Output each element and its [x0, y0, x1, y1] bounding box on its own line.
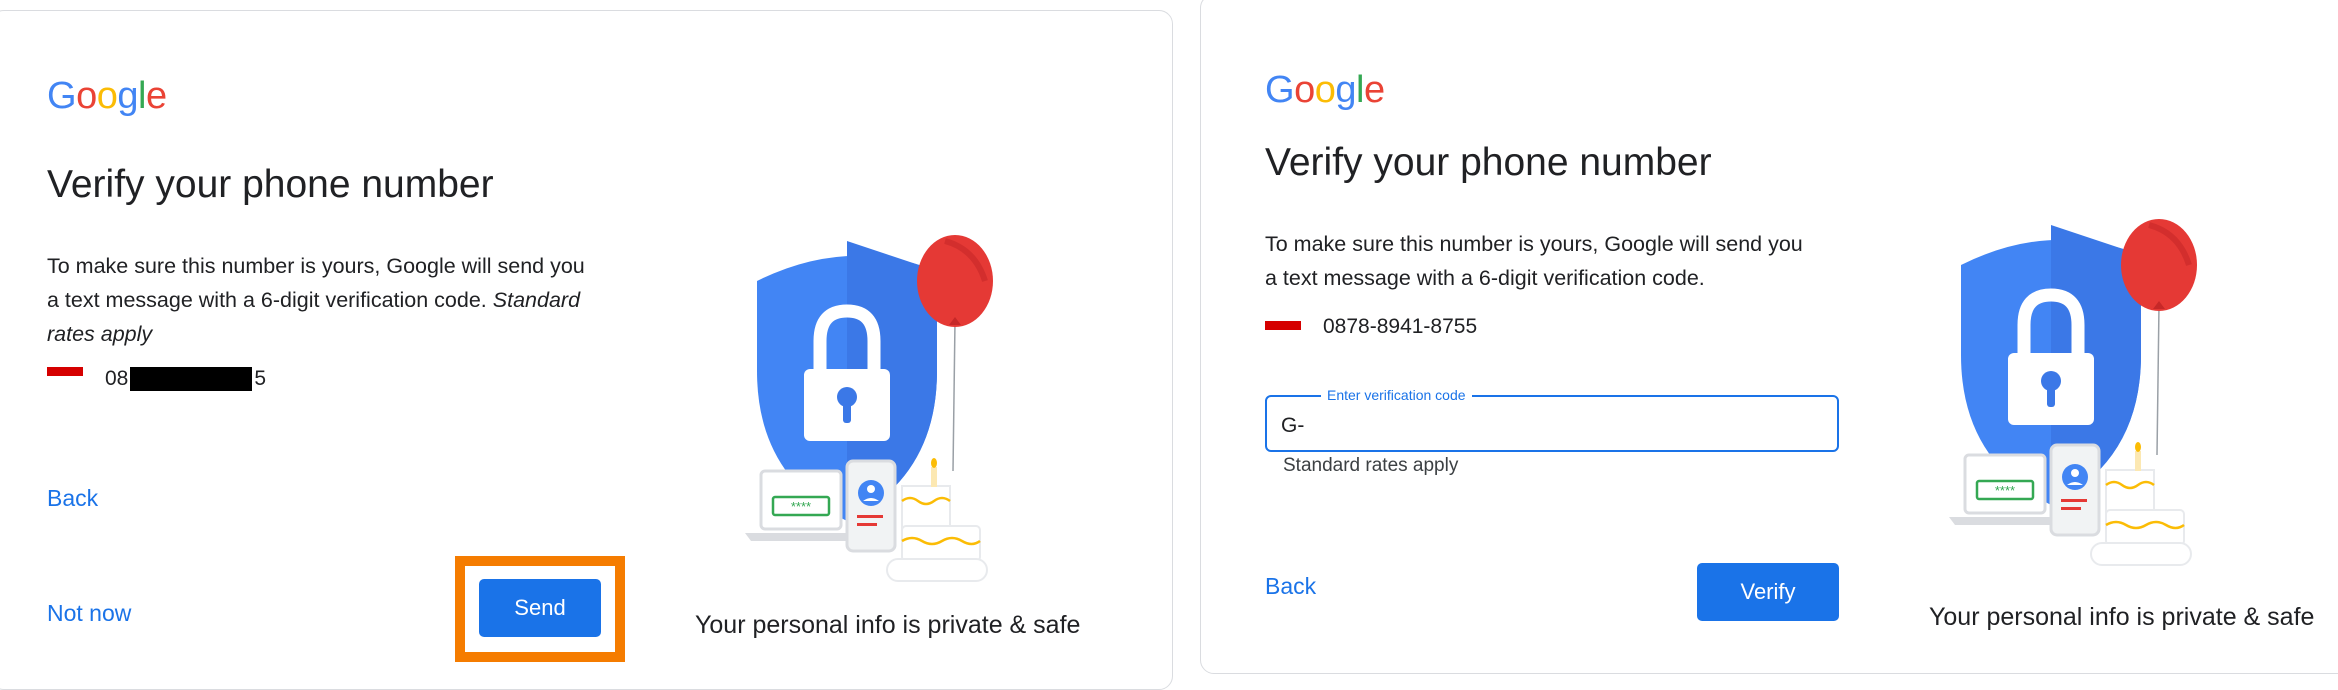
description-line: rates apply [47, 317, 667, 351]
send-button[interactable]: Send [479, 579, 601, 637]
security-illustration: **** [745, 235, 993, 582]
description-line: a text message with a 6-digit verificati… [1265, 266, 1705, 290]
phone-number: 08 5 [105, 367, 266, 391]
description: To make sure this number is yours, Googl… [1265, 227, 1885, 295]
privacy-note: Your personal info is private & safe [695, 611, 1081, 639]
description-line: To make sure this number is yours, Googl… [1265, 232, 1803, 256]
description-line: To make sure this number is yours, Googl… [47, 254, 585, 278]
description: To make sure this number is yours, Googl… [47, 249, 667, 351]
back-link[interactable]: Back [1265, 573, 1316, 600]
phone-icon [2049, 443, 2101, 537]
right-verify-card: Google Verify your phone number To make … [1200, 0, 2338, 674]
code-mask: **** [1995, 483, 2015, 498]
logo-letter: g [1335, 69, 1356, 111]
country-flag-icon [1265, 321, 1301, 330]
phone-prefix: 08 [105, 367, 129, 390]
country-flag-icon [47, 367, 83, 376]
logo-letter: o [76, 75, 97, 117]
phone-suffix: 5 [254, 367, 267, 390]
rates-note: Standard [492, 288, 581, 312]
security-illustration: **** [1949, 219, 2197, 566]
logo-letter: o [1314, 69, 1336, 111]
laptop-icon: **** [1949, 453, 2061, 525]
logo-letter: e [1363, 69, 1385, 111]
google-logo: Google [47, 77, 167, 115]
page-title: Verify your phone number [1265, 141, 1712, 184]
rates-note: rates apply [47, 322, 153, 346]
logo-letter: G [47, 75, 77, 117]
left-verify-card: Google Verify your phone number To make … [0, 10, 1173, 690]
not-now-link[interactable]: Not now [47, 600, 131, 627]
google-logo: Google [1265, 71, 1385, 109]
verify-button[interactable]: Verify [1697, 563, 1839, 621]
verification-code-field[interactable]: Enter verification code [1265, 387, 1881, 452]
logo-letter: g [117, 75, 138, 117]
logo-letter: o [1294, 69, 1315, 111]
logo-letter: l [1355, 69, 1364, 111]
code-mask: **** [791, 499, 811, 514]
phone-number: 0878-8941-8755 [1323, 315, 1478, 338]
laptop-icon: **** [745, 469, 857, 541]
redaction-bar [130, 367, 253, 391]
description-text: a text message with a 6-digit verificati… [47, 288, 487, 312]
logo-letter: o [96, 75, 118, 117]
phone-icon [845, 459, 897, 553]
logo-letter: e [145, 75, 167, 117]
logo-letter: G [1265, 69, 1295, 111]
logo-letter: l [137, 75, 146, 117]
verification-code-label: Enter verification code [1321, 387, 1472, 403]
back-link[interactable]: Back [47, 485, 98, 512]
verification-code-input[interactable] [1281, 411, 1881, 441]
description-line: a text message with a 6-digit verificati… [47, 283, 667, 317]
helper-text: Standard rates apply [1283, 455, 1459, 476]
privacy-note: Your personal info is private & safe [1929, 603, 2315, 631]
page-title: Verify your phone number [47, 163, 494, 206]
